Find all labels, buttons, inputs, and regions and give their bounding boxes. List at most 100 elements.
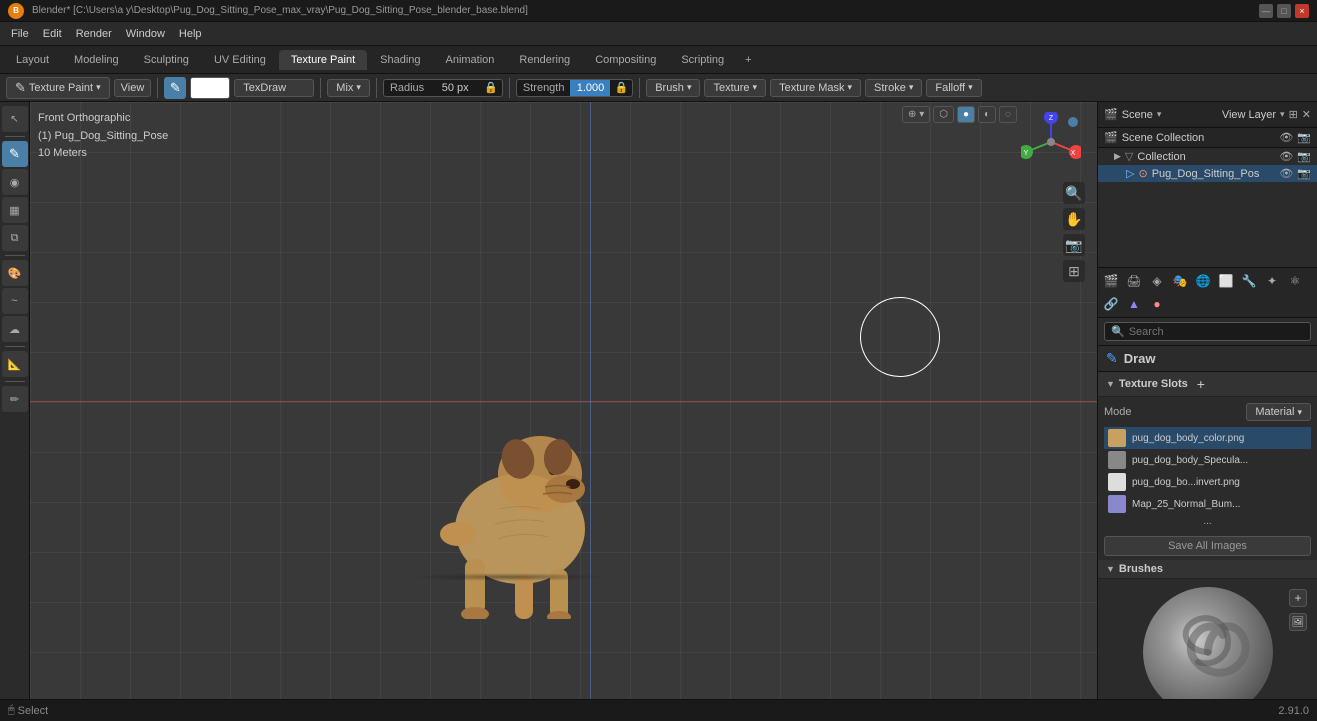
brush-preview-img-btn[interactable]: 🖼 [1289,613,1307,631]
window-close[interactable]: × [1295,4,1309,18]
tool-sep-2 [5,255,25,256]
tab-uv-editing[interactable]: UV Editing [202,50,278,70]
props-scene-icon[interactable]: 🎭 [1169,270,1191,292]
panel-main: ▼ Texture Slots + Mode Material ▾ [1098,372,1317,699]
scene-render-toggle[interactable]: 📷 [1297,131,1311,144]
brush-dropdown[interactable]: Brush ▾ [646,79,700,97]
shading-solid[interactable]: ● [957,106,975,123]
scene-dropdown-icon[interactable]: ▾ [1157,109,1162,120]
tool-soften[interactable]: ☁ [2,316,28,342]
tab-add[interactable]: + [737,50,759,70]
menu-file[interactable]: File [4,26,36,42]
shading-rendered[interactable]: ◌ [999,106,1017,123]
viewport-nav-icons: 🔍 ✋ 📷 ⊞ [1063,182,1085,282]
radius-lock-icon[interactable]: 🔒 [480,81,502,94]
tab-rendering[interactable]: Rendering [507,50,582,70]
texture-dropdown[interactable]: Texture ▾ [704,79,766,97]
props-particles-icon[interactable]: ✦ [1261,270,1283,292]
close-panel-icon[interactable]: ✕ [1302,108,1311,121]
tool-measure[interactable]: 📐 [2,351,28,377]
nav-grid-icon[interactable]: ⊞ [1063,260,1085,282]
tool-smear[interactable]: ~ [2,288,28,314]
texture-mask-dropdown[interactable]: Texture Mask ▾ [770,79,861,97]
tab-layout[interactable]: Layout [4,50,61,70]
tool-fill[interactable]: ◉ [2,169,28,195]
collection-visibility[interactable]: 👁 [1279,150,1293,163]
viewport-view-type: Front Orthographic [38,110,168,128]
tab-compositing[interactable]: Compositing [583,50,668,70]
xray-toggle[interactable]: ⬡ [933,106,954,123]
props-data-icon[interactable]: ▲ [1123,293,1145,315]
window-maximize[interactable]: □ [1277,4,1291,18]
model-render[interactable]: 📷 [1297,167,1311,180]
props-modifiers-icon[interactable]: 🔧 [1238,270,1260,292]
tab-sculpting[interactable]: Sculpting [132,50,201,70]
menu-render[interactable]: Render [69,26,119,42]
scene-visibility-toggle[interactable]: 👁 [1279,131,1293,144]
tex-item-1[interactable]: pug_dog_body_Specula... [1104,449,1311,471]
window-minimize[interactable]: — [1259,4,1273,18]
tool-annotate[interactable]: ✏ [2,386,28,412]
props-world-icon[interactable]: 🌐 [1192,270,1214,292]
tool-select[interactable]: ↖ [2,106,28,132]
falloff-dropdown[interactable]: Falloff ▾ [926,79,981,97]
brush-preview[interactable] [1143,587,1273,699]
axis-widget[interactable]: X Y Z [1021,112,1081,172]
view-layer-dropdown-icon[interactable]: ▾ [1280,109,1285,120]
nav-pan-icon[interactable]: ✋ [1063,208,1085,230]
texture-slots-collapse-icon: ▼ [1106,379,1115,389]
tool-clone[interactable]: ⧉ [2,225,28,251]
props-view-layer-icon[interactable]: ◈ [1146,270,1168,292]
blend-mode-dropdown[interactable]: Mix ▾ [327,79,370,97]
props-output-icon[interactable]: 🖨 [1123,270,1145,292]
tool-gradient[interactable]: ▦ [2,197,28,223]
stroke-chevron: ▾ [909,82,914,93]
stroke-dropdown[interactable]: Stroke ▾ [865,79,922,97]
mode-dropdown[interactable]: ✎ Texture Paint ▾ [6,77,110,99]
menu-window[interactable]: Window [119,26,172,42]
tab-scripting[interactable]: Scripting [669,50,736,70]
tab-shading[interactable]: Shading [368,50,432,70]
collection-item[interactable]: ▶ ▽ Collection 👁 📷 [1098,148,1317,165]
nav-zoom-icon[interactable]: 🔍 [1063,182,1085,204]
tab-texture-paint[interactable]: Texture Paint [279,50,367,70]
props-constraints-icon[interactable]: 🔗 [1100,293,1122,315]
tex-item-3[interactable]: Map_25_Normal_Bum... [1104,493,1311,515]
tool-brush[interactable]: ✎ [2,141,28,167]
collection-render[interactable]: 📷 [1297,150,1311,163]
nav-camera-icon[interactable]: 📷 [1063,234,1085,256]
props-material-icon[interactable]: ● [1146,293,1168,315]
mode-select-dropdown[interactable]: Material ▾ [1246,403,1311,421]
save-all-images-btn[interactable]: Save All Images [1104,536,1311,556]
color-swatch[interactable] [190,77,230,99]
texture-slots-header[interactable]: ▼ Texture Slots + [1098,372,1317,397]
shading-lookdev[interactable]: ◐ [978,106,996,123]
blender-logo: B [8,3,24,19]
tex-item-2[interactable]: pug_dog_bo...invert.png [1104,471,1311,493]
strength-lock-icon[interactable]: 🔒 [610,81,632,94]
menu-edit[interactable]: Edit [36,26,69,42]
search-input[interactable] [1129,326,1304,338]
props-render-icon[interactable]: 🎬 [1100,270,1122,292]
props-object-icon[interactable]: ⬜ [1215,270,1237,292]
model-visibility[interactable]: 👁 [1279,167,1293,180]
overlay-dropdown-btn[interactable]: ⊕ ▾ [902,106,930,123]
brush-name-display[interactable]: TexDraw [234,79,314,97]
tool-color-picker[interactable]: 🎨 [2,260,28,286]
brush-preview-add-btn[interactable]: + [1289,589,1307,607]
brush-swirl [1143,587,1273,699]
model-item[interactable]: ▷ ⊙ Pug_Dog_Sitting_Pos 👁 📷 [1098,165,1317,182]
view-button[interactable]: View [114,79,152,97]
scene-label: Scene [1122,109,1153,121]
svg-text:Z: Z [1049,115,1054,122]
brushes-header[interactable]: ▼ Brushes [1098,560,1317,579]
props-physics-icon[interactable]: ⚛ [1284,270,1306,292]
tex-item-0[interactable]: pug_dog_body_color.png [1104,427,1311,449]
tab-animation[interactable]: Animation [434,50,507,70]
blend-chevron: ▾ [356,82,361,93]
viewport[interactable]: Front Orthographic (1) Pug_Dog_Sitting_P… [30,102,1097,699]
add-texture-btn[interactable]: + [1192,375,1210,393]
tab-modeling[interactable]: Modeling [62,50,131,70]
menu-help[interactable]: Help [172,26,209,42]
render-engine-icon[interactable]: ⊞ [1289,108,1298,121]
